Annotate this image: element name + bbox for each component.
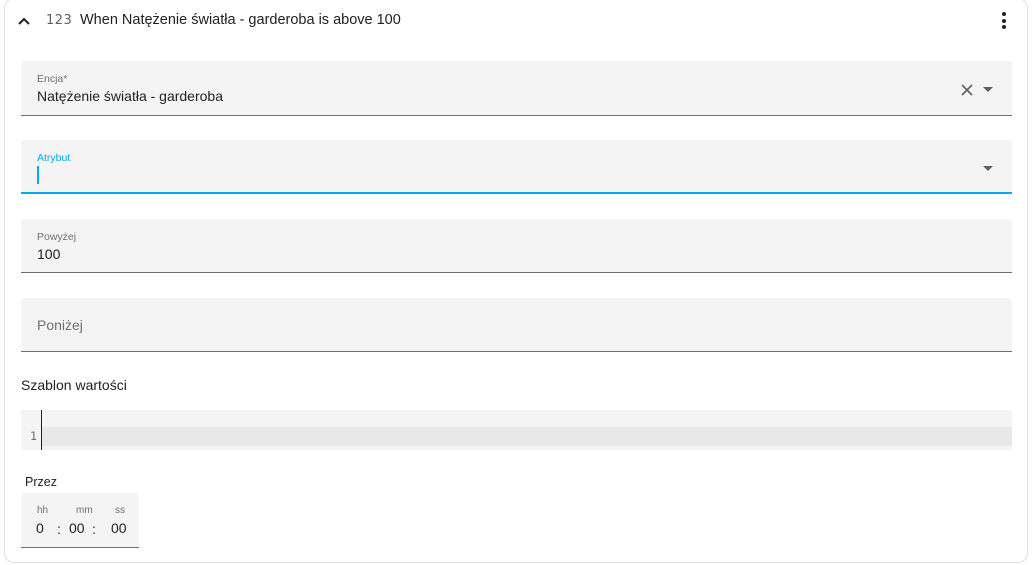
dropdown-arrow-icon[interactable] — [983, 87, 993, 92]
time-separator: : — [57, 521, 61, 537]
above-field[interactable]: Powyżej 100 — [21, 219, 1012, 273]
close-icon[interactable] — [960, 83, 974, 97]
more-vertical-icon[interactable] — [996, 12, 1012, 32]
entity-field[interactable]: Encja* Natężenie światła - garderoba — [21, 61, 1012, 116]
seconds-input[interactable]: 00 — [111, 520, 127, 536]
attribute-field[interactable]: Atrybut — [21, 140, 1012, 194]
dropdown-arrow-icon[interactable] — [983, 166, 993, 171]
below-placeholder: Poniżej — [37, 317, 83, 333]
chevron-up-icon[interactable] — [17, 14, 31, 28]
seconds-label: ss — [115, 505, 125, 516]
active-line — [42, 427, 1012, 446]
numeric-icon: 123 — [46, 13, 73, 28]
line-number: 1 — [30, 429, 37, 443]
trigger-title: When Natężenie światła - garderoba is ab… — [80, 12, 401, 28]
above-value: 100 — [37, 246, 61, 262]
attribute-label: Atrybut — [37, 152, 71, 164]
time-separator: : — [92, 521, 96, 537]
entity-label: Encja* — [37, 73, 68, 85]
value-template-editor[interactable]: 1 — [21, 410, 1012, 450]
duration-input[interactable]: hh mm ss 0 : 00 : 00 — [21, 493, 139, 548]
minutes-input[interactable]: 00 — [69, 520, 85, 536]
text-cursor — [37, 166, 39, 184]
duration-label: Przez — [25, 475, 57, 489]
hours-input[interactable]: 0 — [36, 520, 44, 536]
above-label: Powyżej — [37, 231, 77, 243]
hours-label: hh — [37, 505, 49, 516]
minutes-label: mm — [76, 505, 93, 516]
trigger-header[interactable]: 123 When Natężenie światła - garderoba i… — [0, 0, 1035, 42]
below-field[interactable]: Poniżej — [21, 298, 1012, 352]
entity-value: Natężenie światła - garderoba — [37, 88, 223, 104]
value-template-label: Szablon wartości — [21, 377, 127, 393]
